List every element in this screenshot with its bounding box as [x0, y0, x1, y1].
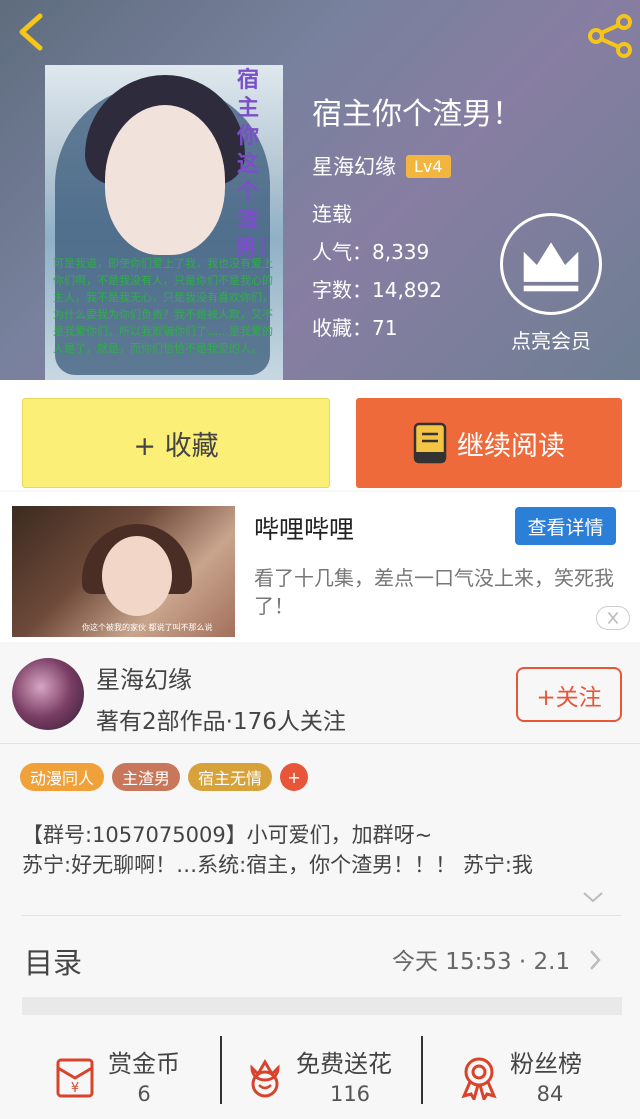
fan-ranking-button[interactable]: 粉丝榜 84: [456, 1038, 606, 1110]
separator: [220, 1036, 222, 1104]
free-flower-button[interactable]: 免费送花 116: [242, 1038, 412, 1110]
latest-update-text: 今天 15:53 · 2.1: [392, 949, 571, 975]
back-arrow-icon[interactable]: [12, 10, 52, 54]
bottom-bar: ¥ 赏金币 6 免费送花 116 粉丝榜 84: [0, 1030, 640, 1119]
avatar[interactable]: [12, 658, 84, 730]
reward-count: 6: [137, 1082, 151, 1106]
tag-item[interactable]: 动漫同人: [20, 763, 105, 791]
author-card-name[interactable]: 星海幻缘: [96, 660, 192, 695]
ad-image-caption: 你这个被我的家伙 都说了叫不那么说: [82, 623, 213, 632]
reward-label: 赏金币: [108, 1050, 180, 1078]
chevron-down-icon[interactable]: [582, 890, 604, 904]
level-badge: Lv4: [406, 154, 451, 178]
add-tag-button[interactable]: +: [280, 763, 309, 791]
continue-reading-label: 继续阅读: [457, 430, 565, 462]
intro-line: 【群号:1057075009】小可爱们，加群呀~: [22, 823, 433, 847]
author-row: 星海幻缘 Lv4: [312, 151, 522, 181]
fans-label: 粉丝榜: [510, 1050, 582, 1078]
fans-count: 84: [536, 1082, 564, 1106]
cover-body-text: 可是我道，即使你们爱上了我，我也没有爱上你们啊，不是我没有人，只是你们不是我心的…: [53, 257, 273, 355]
favorites-text: 收藏：71: [312, 316, 398, 340]
ad-banner[interactable]: 你这个被我的家伙 都说了叫不那么说 哔哩哔哩 查看详情 看了十几集，差点一口气没…: [0, 492, 640, 642]
chevron-right-icon: [590, 950, 601, 970]
close-icon[interactable]: [596, 606, 630, 630]
ad-image[interactable]: 你这个被我的家伙 都说了叫不那么说: [12, 506, 235, 637]
book-info: 宿主你个渣男！ 星海幻缘 Lv4 连载 人气：8,339 字数：14,892 收…: [312, 95, 522, 347]
book-cover[interactable]: 宿主你这个渣男！ 可是我道，即使你们爱上了我，我也没有爱上你们啊，不是我没有人，…: [45, 65, 283, 380]
book-meta: 连载 人气：8,339 字数：14,892 收藏：71: [312, 195, 522, 347]
section-gap: [22, 997, 622, 1015]
book-title: 宿主你个渣男！: [312, 97, 522, 132]
tag-item[interactable]: 宿主无情: [188, 763, 273, 791]
book-icon: [413, 422, 447, 464]
ad-description: 看了十几集，差点一口气没上来，笑死我了！: [254, 566, 614, 618]
cover-title-text: 宿主你这个渣男！: [235, 68, 280, 261]
action-bar: + 收藏 继续阅读: [0, 380, 640, 490]
follow-button[interactable]: +关注: [516, 667, 622, 722]
reward-coins-button[interactable]: ¥ 赏金币 6: [52, 1038, 202, 1110]
book-intro[interactable]: 【群号:1057075009】小可爱们，加群呀~ 苏宁:好无聊啊！…系统:宿主，…: [22, 820, 628, 880]
popularity-text: 人气：8,339: [312, 240, 430, 264]
table-of-contents-row[interactable]: 目录 今天 15:53 · 2.1: [0, 930, 640, 990]
author-card-stats: 著有2部作品·176人关注: [96, 709, 346, 735]
author-card: 星海幻缘 著有2部作品·176人关注 +关注: [0, 644, 640, 744]
tag-item[interactable]: 主渣男: [112, 763, 181, 791]
medal-icon: [461, 1057, 497, 1100]
book-header: 宿主你这个渣男！ 可是我道，即使你们爱上了我，我也没有爱上你们啊，不是我没有人，…: [0, 0, 640, 380]
crown-icon[interactable]: [500, 213, 602, 315]
flower-label: 免费送花: [296, 1050, 392, 1078]
flower-count: 116: [329, 1082, 371, 1106]
share-icon[interactable]: [586, 14, 634, 58]
vip-label[interactable]: 点亮会员: [498, 325, 604, 354]
intro-line: 苏宁:好无聊啊！…系统:宿主，你个渣男！！！ 苏宁:我: [22, 853, 533, 877]
ad-art-face: [102, 536, 172, 616]
svg-text:¥: ¥: [71, 1081, 79, 1096]
red-envelope-icon: ¥: [56, 1058, 94, 1098]
continue-reading-button[interactable]: 继续阅读: [356, 398, 622, 488]
view-details-button[interactable]: 查看详情: [515, 507, 616, 545]
toc-label: 目录: [24, 946, 83, 980]
word-count-text: 字数：14,892: [312, 278, 442, 302]
collect-button[interactable]: + 收藏: [22, 398, 330, 488]
separator: [421, 1036, 423, 1104]
status-text: 连载: [312, 202, 352, 226]
author-name[interactable]: 星海幻缘: [312, 151, 396, 181]
ad-title: 哔哩哔哩: [254, 515, 355, 544]
divider: [22, 915, 622, 916]
cover-art-face: [105, 105, 225, 255]
tag-list: 动漫同人 主渣男 宿主无情 +: [20, 763, 309, 791]
flower-icon: [250, 1059, 280, 1098]
